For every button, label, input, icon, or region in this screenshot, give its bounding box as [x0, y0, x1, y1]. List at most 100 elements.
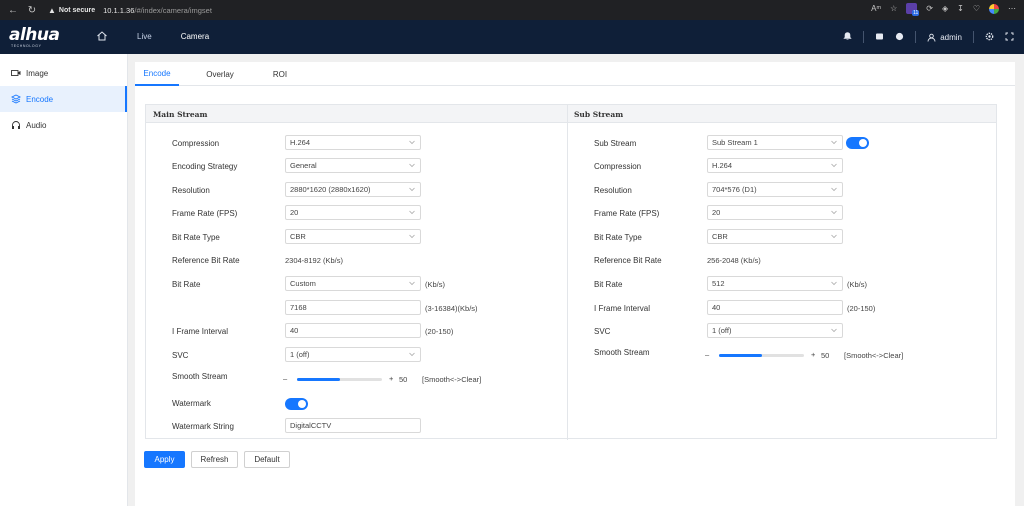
- refresh-button[interactable]: Refresh: [191, 451, 238, 468]
- sub-bit-rate-type-select[interactable]: CBR: [707, 229, 843, 244]
- main-reference-bit-rate: 2304-8192 (Kb/s): [285, 256, 343, 265]
- watermark-toggle[interactable]: [285, 398, 308, 410]
- smooth-decrease-button[interactable]: –: [705, 350, 709, 359]
- chevron-down-icon: [409, 163, 415, 168]
- home-icon[interactable]: [96, 30, 108, 42]
- tab-roi[interactable]: ROI: [261, 62, 299, 86]
- main-i-frame-input[interactable]: 40: [285, 323, 421, 338]
- collections-icon[interactable]: ♡: [973, 4, 980, 13]
- header-divider: [973, 31, 974, 43]
- header-divider: [863, 31, 865, 43]
- nav-camera[interactable]: Camera: [181, 32, 209, 41]
- select-value: Sub Stream 1: [712, 138, 758, 147]
- smooth-value: 50: [399, 375, 408, 384]
- apply-button[interactable]: Apply: [144, 451, 185, 468]
- app-header: alhua TECHNOLOGY Live Camera admin: [0, 20, 1024, 54]
- sub-stream-select[interactable]: Sub Stream 1: [707, 135, 843, 150]
- chevron-down-icon: [409, 234, 415, 239]
- chevron-down-icon: [409, 187, 415, 192]
- main-fps-select[interactable]: 20: [285, 205, 421, 220]
- resolution-label: Resolution: [172, 186, 210, 195]
- top-nav: Live Camera: [137, 32, 209, 41]
- chevron-down-icon: [409, 352, 415, 357]
- tab-overlay[interactable]: Overlay: [179, 62, 261, 86]
- warning-icon: ▲: [48, 5, 56, 15]
- panel-header: Main Stream Sub Stream: [146, 105, 996, 123]
- main-compression-select[interactable]: H.264: [285, 135, 421, 150]
- frame-rate-label: Frame Rate (FPS): [172, 209, 238, 218]
- main-svc-select[interactable]: 1 (off): [285, 347, 421, 362]
- main-bit-rate-select[interactable]: Custom: [285, 276, 421, 291]
- smooth-hint: [Smooth<->Clear]: [422, 375, 482, 384]
- copilot-icon[interactable]: [989, 3, 999, 14]
- sidebar-item-audio[interactable]: Audio: [0, 112, 127, 138]
- user-menu[interactable]: admin: [927, 33, 962, 42]
- sub-compression-select[interactable]: H.264: [707, 158, 843, 173]
- download-icon[interactable]: ↧: [957, 4, 964, 13]
- smooth-stream-label: Smooth Stream: [594, 348, 650, 357]
- favorite-star-icon[interactable]: ☆: [890, 4, 897, 13]
- smooth-increase-button[interactable]: +: [389, 374, 393, 383]
- main-smooth-slider[interactable]: [297, 378, 382, 381]
- dahua-logo: alhua TECHNOLOGY: [9, 24, 71, 50]
- tab-encode[interactable]: Encode: [135, 62, 179, 86]
- i-frame-range: (20-150): [847, 304, 876, 313]
- sidebar-item-encode[interactable]: Encode: [0, 86, 127, 112]
- settings-gear-icon[interactable]: [985, 32, 994, 43]
- browser-actions: Aᵐ ☆ 11 ⟳ ◈ ↧ ♡ ⋯: [871, 3, 1016, 16]
- nav-live[interactable]: Live: [137, 32, 152, 41]
- sub-bit-rate-select[interactable]: 512: [707, 276, 843, 291]
- chevron-down-icon: [831, 328, 837, 333]
- chevron-down-icon: [831, 281, 837, 286]
- main-resolution-select[interactable]: 2880*1620 (2880x1620): [285, 182, 421, 197]
- screenshot-icon[interactable]: [875, 32, 884, 43]
- smooth-increase-button[interactable]: +: [811, 350, 815, 359]
- browser-toolbar: ← ↻ ▲ Not secure 10.1.1.36/#/index/camer…: [0, 0, 1024, 20]
- slider-fill: [297, 378, 340, 381]
- default-button[interactable]: Default: [244, 451, 290, 468]
- reference-bit-rate-label: Reference Bit Rate: [172, 256, 240, 265]
- reload-icon[interactable]: ↻: [25, 3, 39, 17]
- sidebar-item-label: Image: [26, 68, 49, 78]
- select-value: H.264: [712, 161, 733, 170]
- svc-label: SVC: [594, 327, 611, 336]
- extension-icon[interactable]: 11: [906, 3, 920, 16]
- puzzle-icon[interactable]: ◈: [942, 4, 948, 13]
- chevron-down-icon: [409, 140, 415, 145]
- back-icon[interactable]: ←: [6, 3, 20, 17]
- layers-icon: [11, 94, 21, 104]
- sidebar-item-label: Encode: [26, 94, 54, 104]
- sub-stream-toggle[interactable]: [846, 137, 869, 149]
- smooth-value: 50: [821, 351, 830, 360]
- main-custom-bit-rate-input[interactable]: 7168: [285, 300, 421, 315]
- sub-svc-select[interactable]: 1 (off): [707, 323, 843, 338]
- logo-text: alhua: [9, 25, 60, 45]
- chevron-down-icon: [831, 234, 837, 239]
- address-bar[interactable]: ▲ Not secure 10.1.1.36/#/index/camera/im…: [48, 3, 212, 17]
- sidebar: Image Encode Audio: [0, 54, 128, 506]
- frame-rate-label: Frame Rate (FPS): [594, 209, 660, 218]
- more-icon[interactable]: ⋯: [1008, 4, 1016, 13]
- sub-resolution-select[interactable]: 704*576 (D1): [707, 182, 843, 197]
- sub-i-frame-input[interactable]: 40: [707, 300, 843, 315]
- user-icon: [927, 33, 936, 42]
- bell-icon[interactable]: [843, 31, 852, 43]
- sub-smooth-slider[interactable]: [719, 354, 804, 357]
- sub-fps-select[interactable]: 20: [707, 205, 843, 220]
- sub-reference-bit-rate: 256-2048 (Kb/s): [707, 256, 761, 265]
- read-aloud-icon[interactable]: Aᵐ: [871, 4, 881, 13]
- encode-panel: Main Stream Sub Stream Compression H.264…: [145, 104, 997, 440]
- smooth-decrease-button[interactable]: –: [283, 374, 287, 383]
- sidebar-item-image[interactable]: Image: [0, 60, 127, 86]
- fullscreen-icon[interactable]: [1005, 32, 1014, 43]
- header-divider: [915, 31, 917, 43]
- select-value: 20: [712, 208, 721, 217]
- chevron-down-icon: [409, 210, 415, 215]
- main-bit-rate-type-select[interactable]: CBR: [285, 229, 421, 244]
- watermark-string-input[interactable]: DigitalCCTV: [285, 418, 421, 433]
- refresh-ext-icon[interactable]: ⟳: [926, 4, 933, 13]
- globe-icon[interactable]: [895, 32, 904, 43]
- column-divider: [567, 105, 568, 440]
- main-encoding-select[interactable]: General: [285, 158, 421, 173]
- bit-rate-label: Bit Rate: [172, 280, 201, 289]
